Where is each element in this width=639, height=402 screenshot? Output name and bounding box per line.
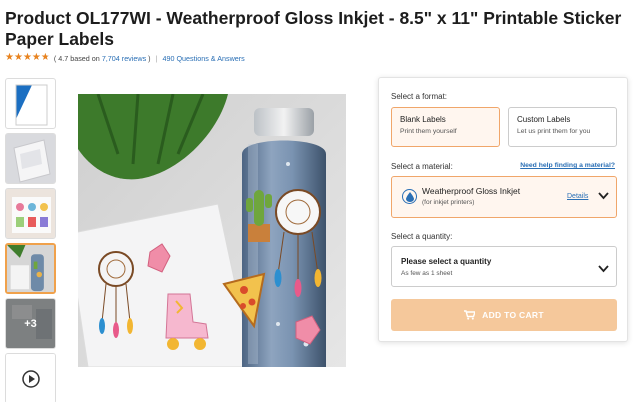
rating-text: ( 4.7 based on — [53, 53, 100, 63]
material-select[interactable]: Weatherproof Gloss Inkjet (for inkjet pr… — [391, 176, 617, 218]
play-icon — [6, 354, 55, 402]
thumbnail-2[interactable] — [5, 133, 56, 184]
material-details-link[interactable]: Details — [567, 193, 588, 200]
material-subtitle: (for inkjet printers) — [422, 199, 475, 206]
thumbnail-more[interactable]: +3 — [5, 298, 56, 349]
star-rating[interactable]: ★ ★ ★ ★ ★ — [5, 53, 50, 63]
video-thumbnail[interactable] — [5, 353, 56, 402]
material-name: Weatherproof Gloss Inkjet — [422, 186, 521, 196]
thumbnail-gallery: +3 — [5, 78, 56, 402]
add-to-cart-label: ADD TO CART — [482, 310, 544, 320]
questions-link[interactable]: 490 Questions & Answers — [162, 54, 244, 63]
star-icon: ★ — [5, 52, 14, 63]
format-title: Blank Labels — [400, 115, 446, 124]
thumbnail-1[interactable] — [5, 78, 56, 129]
star-icon: ★ — [31, 52, 41, 63]
add-to-cart-button[interactable]: ADD TO CART — [391, 299, 617, 331]
rating-row: ★ ★ ★ ★ ★ ( 4.7 based on 7,704 reviews )… — [5, 52, 245, 64]
thumbnail-4[interactable] — [5, 243, 56, 294]
reviews-link[interactable]: 7,704 reviews — [102, 54, 146, 63]
format-custom-labels[interactable]: Custom Labels Let us print them for you — [508, 107, 617, 147]
star-icon: ★ — [13, 52, 23, 63]
material-label: Select a material: — [391, 162, 453, 171]
product-title: Product OL177WI - Weatherproof Gloss Ink… — [5, 8, 622, 49]
quantity-title: Please select a quantity — [401, 257, 492, 266]
rating-close: ) — [148, 53, 151, 63]
chevron-down-icon — [598, 188, 609, 203]
ink-drop-icon — [402, 189, 417, 204]
quantity-select[interactable]: Please select a quantity As few as 1 she… — [391, 246, 617, 287]
star-icon: ★ — [40, 52, 50, 63]
format-blank-labels[interactable]: Blank Labels Print them yourself — [391, 107, 500, 147]
material-help-link[interactable]: Need help finding a material? — [520, 162, 615, 169]
format-subtitle: Let us print them for you — [517, 128, 591, 135]
star-icon: ★ — [22, 52, 32, 63]
format-title: Custom Labels — [517, 115, 571, 124]
divider: | — [155, 53, 158, 63]
quantity-label: Select a quantity: — [391, 232, 453, 241]
quantity-subtitle: As few as 1 sheet — [401, 270, 453, 277]
cart-icon — [464, 310, 476, 320]
purchase-panel: Select a format: Blank Labels Print them… — [378, 77, 628, 342]
more-count: +3 — [6, 299, 55, 348]
main-product-image[interactable] — [78, 94, 346, 367]
chevron-down-icon — [598, 261, 609, 276]
format-subtitle: Print them yourself — [400, 128, 457, 135]
format-label: Select a format: — [391, 92, 448, 101]
thumbnail-3[interactable] — [5, 188, 56, 239]
